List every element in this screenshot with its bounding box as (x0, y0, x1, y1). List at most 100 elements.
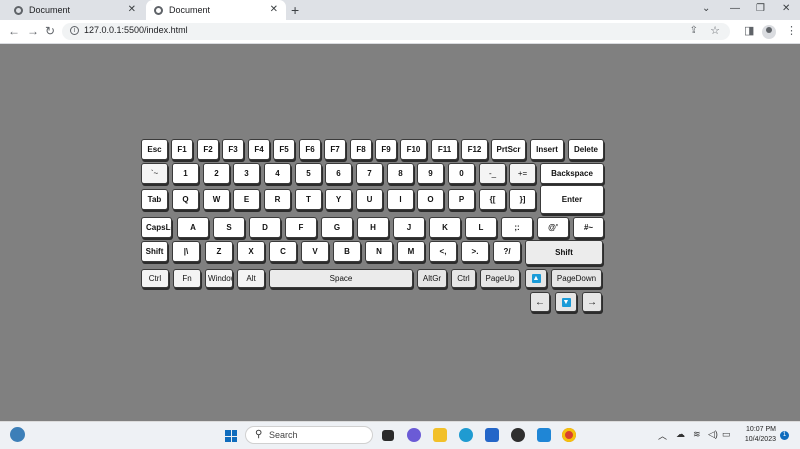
key-f3[interactable]: F3 (222, 139, 244, 160)
key-7[interactable]: 7 (356, 163, 383, 184)
edge-icon[interactable] (459, 428, 473, 442)
key-backspace[interactable]: Backspace (540, 163, 604, 184)
back-arrow-icon[interactable]: ← (8, 24, 20, 38)
key-backtick[interactable]: `~ (141, 163, 168, 184)
key-b[interactable]: B (333, 241, 361, 262)
key-o[interactable]: O (417, 189, 444, 210)
key-shift-left[interactable]: Shift (141, 241, 168, 262)
key-capslock[interactable]: CapsLock (141, 217, 172, 238)
key-n[interactable]: N (365, 241, 393, 262)
restore-icon[interactable]: ❐ (756, 3, 765, 14)
key-h[interactable]: H (357, 217, 389, 238)
key-i[interactable]: I (387, 189, 414, 210)
key-equals[interactable]: += (509, 163, 536, 184)
vscode-icon[interactable] (537, 428, 551, 442)
key-s[interactable]: S (213, 217, 245, 238)
key-0[interactable]: 0 (448, 163, 475, 184)
key-esc[interactable]: Esc (141, 139, 168, 160)
store-icon[interactable] (485, 428, 499, 442)
task-view-icon[interactable] (382, 430, 394, 441)
key-d[interactable]: D (249, 217, 281, 238)
chrome-icon[interactable] (562, 428, 576, 442)
key-minus[interactable]: -_ (479, 163, 506, 184)
key-arrow-left[interactable]: ← (530, 292, 550, 312)
tab-document-2[interactable]: Document ✕ (146, 0, 286, 20)
volume-icon[interactable]: ◁) (708, 429, 718, 440)
key-shift-right[interactable]: Shift (525, 240, 603, 265)
windows-start-icon[interactable] (225, 430, 237, 442)
close-window-icon[interactable]: ✕ (782, 3, 790, 14)
profile-avatar-icon[interactable] (762, 25, 776, 39)
key-v[interactable]: V (301, 241, 329, 262)
key-space[interactable]: Space (269, 269, 413, 288)
key-f[interactable]: F (285, 217, 317, 238)
menu-kebab-icon[interactable]: ⋮ (786, 24, 797, 37)
key-altgr[interactable]: AltGr (417, 269, 447, 288)
key-hash[interactable]: #~ (573, 217, 604, 238)
key-f4[interactable]: F4 (248, 139, 270, 160)
chat-icon[interactable] (407, 428, 421, 442)
whatsapp-icon[interactable] (511, 428, 525, 442)
key-4[interactable]: 4 (264, 163, 291, 184)
close-tab-icon[interactable]: ✕ (128, 4, 136, 15)
key-l[interactable]: L (465, 217, 497, 238)
key-fn[interactable]: Fn (173, 269, 201, 288)
key-a[interactable]: A (177, 217, 209, 238)
key-3[interactable]: 3 (233, 163, 260, 184)
key-p[interactable]: P (448, 189, 475, 210)
key-t[interactable]: T (295, 189, 322, 210)
tab-document-1[interactable]: Document ✕ (8, 0, 144, 20)
key-insert[interactable]: Insert (530, 139, 564, 160)
key-period[interactable]: >. (461, 241, 489, 262)
key-w[interactable]: W (203, 189, 230, 210)
address-bar[interactable]: i 127.0.0.1:5500/index.html ⇪ ☆ (62, 23, 730, 40)
system-clock[interactable]: 10:07 PM 10/4/2023 (740, 425, 776, 445)
key-y[interactable]: Y (325, 189, 352, 210)
key-f1[interactable]: F1 (171, 139, 193, 160)
battery-icon[interactable]: ▭ (722, 429, 731, 440)
show-hidden-icons-chevron-icon[interactable]: ︿ (658, 429, 667, 442)
forward-arrow-icon[interactable]: → (27, 24, 39, 38)
key-semicolon[interactable]: ;: (501, 217, 533, 238)
tab-search-chevron-icon[interactable]: ⌄ (702, 3, 710, 14)
key-ctrl-right[interactable]: Ctrl (451, 269, 476, 288)
key-windows[interactable]: Windows (205, 269, 233, 288)
onedrive-icon[interactable]: ☁ (676, 429, 685, 440)
key-6[interactable]: 6 (325, 163, 352, 184)
minimize-icon[interactable]: — (730, 3, 740, 14)
key-f10[interactable]: F10 (400, 139, 427, 160)
reload-icon[interactable]: ↻ (45, 24, 55, 38)
key-tab[interactable]: Tab (141, 189, 168, 210)
weather-icon[interactable] (10, 427, 25, 442)
wifi-icon[interactable]: ≋ (693, 429, 701, 440)
key-8[interactable]: 8 (387, 163, 414, 184)
key-right-bracket[interactable]: }] (509, 189, 536, 210)
key-1[interactable]: 1 (172, 163, 199, 184)
file-explorer-icon[interactable] (433, 428, 447, 442)
key-f5[interactable]: F5 (273, 139, 295, 160)
url-text[interactable]: 127.0.0.1:5500/index.html (84, 25, 188, 35)
key-g[interactable]: G (321, 217, 353, 238)
key-comma[interactable]: <, (429, 241, 457, 262)
key-slash[interactable]: ?/ (493, 241, 521, 262)
key-9[interactable]: 9 (417, 163, 444, 184)
key-arrow-down[interactable]: ▼ (555, 292, 577, 312)
taskbar-search-box[interactable]: ⚲ Search (245, 426, 373, 444)
key-f2[interactable]: F2 (197, 139, 219, 160)
bookmark-star-icon[interactable]: ☆ (710, 24, 720, 37)
key-apostrophe[interactable]: @' (537, 217, 569, 238)
info-icon[interactable]: i (70, 26, 79, 35)
key-pagedown[interactable]: PageDown (551, 269, 602, 288)
key-k[interactable]: K (429, 217, 461, 238)
key-q[interactable]: Q (172, 189, 199, 210)
close-tab-icon[interactable]: ✕ (270, 4, 278, 15)
key-delete[interactable]: Delete (568, 139, 604, 160)
notification-badge[interactable]: 1 (780, 431, 789, 440)
key-j[interactable]: J (393, 217, 425, 238)
key-alt[interactable]: Alt (237, 269, 265, 288)
key-r[interactable]: R (264, 189, 291, 210)
key-f11[interactable]: F11 (431, 139, 458, 160)
key-prtscr[interactable]: PrtScr (491, 139, 526, 160)
key-ctrl-left[interactable]: Ctrl (141, 269, 169, 288)
key-pageup[interactable]: PageUp (480, 269, 520, 288)
